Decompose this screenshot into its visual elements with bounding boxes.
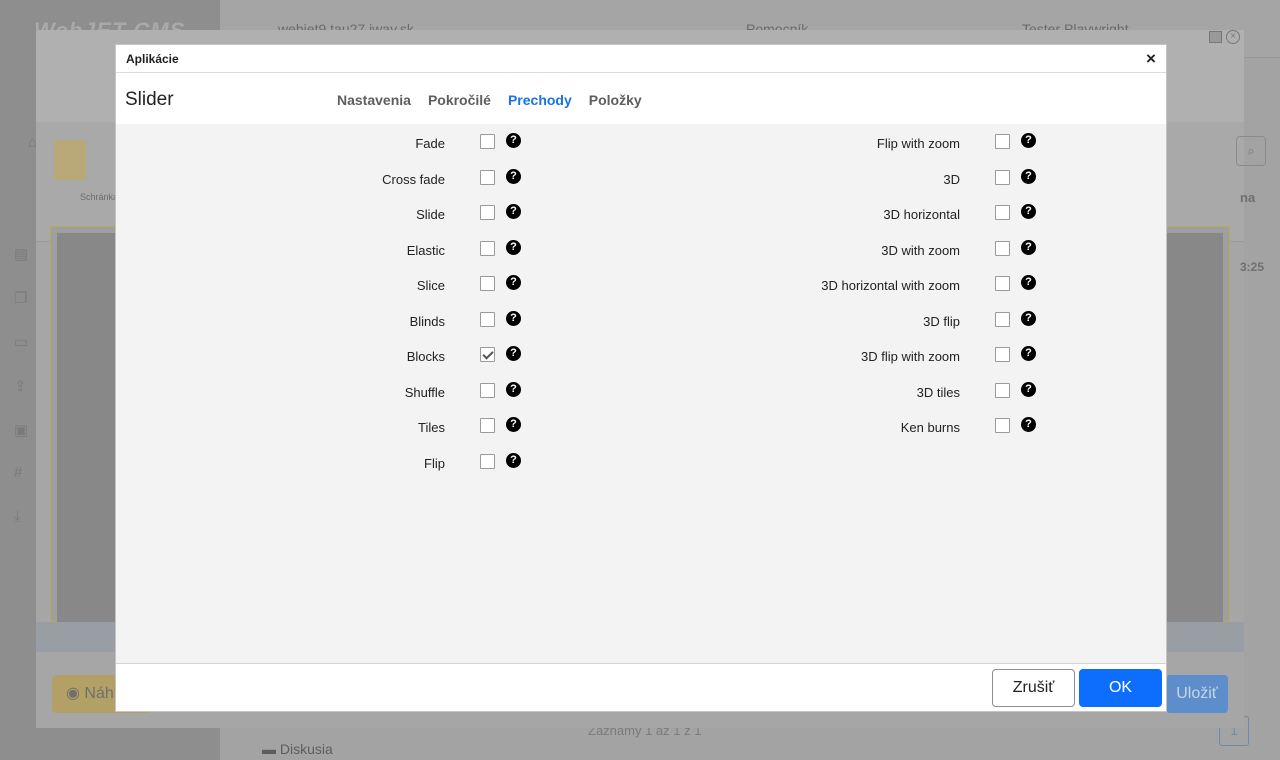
help-icon[interactable]: ?: [506, 417, 521, 432]
transition-label-flip-with-zoom: Flip with zoom: [876, 136, 960, 151]
download-icon[interactable]: ⤓: [14, 508, 21, 525]
transition-checkbox-blocks[interactable]: [480, 347, 495, 362]
transition-checkbox-flip[interactable]: [480, 453, 495, 469]
transitions-panel: Fade? Cross fade? Slide? Elastic? Slice? Blin…: [116, 124, 1166, 663]
dialog-footer: Zrušiť OK: [116, 663, 1166, 711]
transition-checkbox-3d-with-zoom[interactable]: [995, 240, 1010, 256]
help-icon[interactable]: ?: [506, 310, 521, 326]
copy-icon[interactable]: ❐: [14, 289, 27, 307]
tab-polozky[interactable]: Položky: [589, 92, 642, 108]
transition-label-blocks: Blocks: [406, 349, 445, 364]
folder-label: Diskusia: [279, 741, 333, 757]
transition-label-slice: Slice: [416, 278, 445, 293]
tab-prechody[interactable]: Prechody: [508, 92, 572, 108]
transition-checkbox-cross-fade[interactable]: [480, 169, 495, 185]
transition-label-slide: Slide: [416, 207, 445, 222]
folder-icon: ▬: [262, 741, 280, 757]
save-button[interactable]: Uložiť: [1166, 675, 1228, 713]
tab-pokrocile[interactable]: Pokročilé: [428, 92, 491, 108]
transition-label-3d-flip: 3D flip: [923, 313, 960, 329]
hash-icon[interactable]: #: [14, 464, 22, 481]
transition-checkbox-slice[interactable]: [480, 276, 495, 291]
help-icon[interactable]: ?: [506, 452, 521, 468]
transition-label-shuffle: Shuffle: [404, 384, 445, 400]
tab-bar: Nastavenia Pokročilé Prechody Položky: [337, 92, 659, 108]
transition-label-3d-tiles: 3D tiles: [916, 384, 960, 400]
transition-label-3d-horizontal: 3D horizontal: [883, 207, 960, 222]
folder-item[interactable]: ▬ Diskusia: [262, 741, 333, 757]
time-value: 3:25: [1240, 260, 1265, 274]
close-icon[interactable]: ×: [1142, 50, 1160, 68]
transition-checkbox-elastic[interactable]: [480, 240, 495, 256]
transition-label-flip: Flip: [424, 455, 445, 471]
help-icon[interactable]: ?: [506, 381, 521, 397]
help-icon[interactable]: ?: [1021, 133, 1036, 148]
transition-label-ken-burns: Ken burns: [900, 420, 960, 435]
transition-checkbox-3d[interactable]: [995, 169, 1010, 185]
help-icon[interactable]: ?: [506, 204, 521, 219]
cancel-button[interactable]: Zrušiť: [992, 669, 1075, 707]
transition-checkbox-shuffle[interactable]: [480, 382, 495, 398]
transition-checkbox-slide[interactable]: [480, 205, 495, 220]
editor-close-icon[interactable]: ×: [1226, 30, 1240, 44]
transition-label-3d-horizontal-with-zoom: 3D horizontal with zoom: [821, 278, 960, 293]
file-icon[interactable]: ▭: [14, 333, 28, 351]
help-icon[interactable]: ?: [1021, 310, 1036, 326]
transition-checkbox-fade[interactable]: [480, 134, 495, 149]
transition-checkbox-flip-with-zoom[interactable]: [995, 134, 1010, 149]
transition-label-3d: 3D: [943, 171, 960, 187]
dialog-title: Aplikácie: [126, 52, 179, 66]
help-icon[interactable]: ?: [506, 133, 521, 148]
transition-checkbox-3d-flip-with-zoom[interactable]: [995, 347, 1010, 362]
help-icon[interactable]: ?: [1021, 381, 1036, 397]
transition-label-3d-flip-with-zoom: 3D flip with zoom: [861, 349, 960, 364]
tab-nastavenia[interactable]: Nastavenia: [337, 92, 411, 108]
clipboard-icon[interactable]: [54, 140, 86, 180]
clipboard-label: Schránka: [80, 192, 119, 202]
help-icon[interactable]: ?: [506, 239, 521, 255]
help-icon[interactable]: ?: [506, 346, 521, 361]
minimize-icon[interactable]: [1209, 31, 1222, 43]
help-icon[interactable]: ?: [506, 275, 521, 290]
transition-checkbox-3d-flip[interactable]: [995, 311, 1010, 327]
transition-checkbox-3d-tiles[interactable]: [995, 382, 1010, 398]
transition-label-fade: Fade: [415, 136, 445, 151]
apps-dialog: Aplikácie × Slider Nastavenia Pokročilé …: [115, 44, 1167, 712]
file-plus-icon[interactable]: ▣: [14, 421, 28, 439]
transition-checkbox-3d-horizontal[interactable]: [995, 205, 1010, 220]
search-icon[interactable]: ⌕: [1236, 136, 1266, 166]
help-icon[interactable]: ?: [1021, 346, 1036, 361]
help-icon[interactable]: ?: [1021, 204, 1036, 219]
transition-checkbox-tiles[interactable]: [480, 418, 495, 433]
transition-checkbox-ken-burns[interactable]: [995, 418, 1010, 433]
app-name: Slider: [125, 89, 174, 110]
transition-checkbox-3d-horizontal-with-zoom[interactable]: [995, 276, 1010, 291]
help-icon[interactable]: ?: [1021, 275, 1036, 290]
transition-checkbox-blinds[interactable]: [480, 311, 495, 327]
column-header: na: [1240, 190, 1256, 205]
help-icon[interactable]: ?: [506, 168, 521, 184]
help-icon[interactable]: ?: [1021, 168, 1036, 184]
help-icon[interactable]: ?: [1021, 239, 1036, 255]
transition-label-tiles: Tiles: [418, 420, 445, 435]
dialog-titlebar: Aplikácie ×: [116, 45, 1166, 73]
eye-icon: ◉: [66, 685, 85, 702]
help-icon[interactable]: ?: [1021, 417, 1036, 432]
ok-button[interactable]: OK: [1079, 669, 1162, 707]
document-icon[interactable]: ▤: [14, 245, 28, 263]
upload-icon[interactable]: ⇪: [14, 377, 27, 395]
transition-label-cross-fade: Cross fade: [382, 171, 445, 187]
transition-label-elastic: Elastic: [406, 242, 445, 258]
transition-label-blinds: Blinds: [409, 313, 445, 329]
transition-label-3d-with-zoom: 3D with zoom: [881, 242, 960, 258]
